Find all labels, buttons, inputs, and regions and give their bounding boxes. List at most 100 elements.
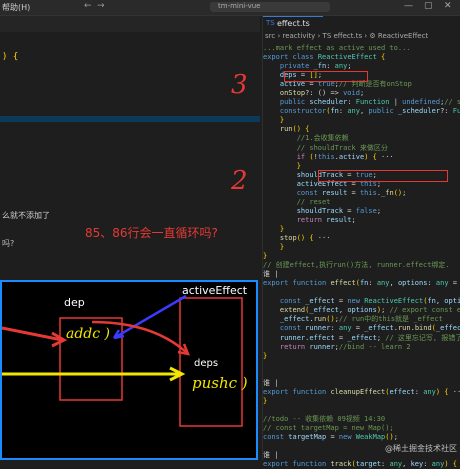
code-token: result [326, 216, 351, 224]
code-line: export function cleanupEffect(effect: an… [263, 388, 460, 397]
code-token: () [297, 234, 305, 242]
code-token: : [368, 279, 376, 287]
code-token: _effect [309, 306, 339, 314]
code-token: options [347, 306, 377, 314]
code-token: : [415, 388, 423, 396]
code-token: } [263, 252, 267, 260]
code-token: } [263, 397, 267, 405]
code-line [263, 361, 460, 370]
push-text: pushc ) [192, 374, 248, 392]
code-token: shouldTrack [297, 207, 343, 215]
code-token: : [326, 62, 334, 70]
code-token: _effect [280, 315, 310, 323]
code-token: ··· [449, 388, 460, 396]
code-token: public [280, 98, 310, 106]
code-line: const targetMap = new WeakMap(); [263, 433, 460, 442]
code-line: 谁 | [263, 379, 460, 388]
code-token: run [280, 125, 293, 133]
add-text: addc ) [66, 326, 110, 342]
code-token: = [347, 189, 360, 197]
code-token: _scheduler [398, 107, 440, 115]
code-token: = [335, 334, 348, 342]
code-token: ; [394, 433, 398, 441]
active-effect-label: activeEffect [182, 284, 248, 297]
breadcrumb[interactable]: src › reactivity › TS effect.ts › ⚙ Reac… [265, 32, 428, 40]
diagram-svg: dep activeEffect deps addc ) pushc ) [2, 282, 260, 462]
code-token [263, 144, 297, 152]
code-token: runner [305, 324, 330, 332]
code-token: : [330, 324, 338, 332]
code-token: fn [427, 297, 435, 305]
code-token: fn [330, 107, 338, 115]
code-token: Function [453, 107, 460, 115]
tab-effect-ts[interactable]: TS effect.ts [263, 16, 323, 31]
code-line: } [263, 116, 460, 125]
code-token: // const targetMap = new Map(); [263, 424, 394, 432]
code-token: // shouldTrack 来做区分 [297, 144, 388, 152]
annotation-box-deps [284, 71, 368, 82]
code-token: target [356, 460, 381, 468]
code-token: = [326, 433, 339, 441]
code-token [263, 171, 297, 179]
minimize-button[interactable]: — [404, 1, 413, 11]
code-line: const runner: any = _effect.run.bind(_ef… [263, 324, 460, 333]
code-token: cleanupEffect [330, 388, 385, 396]
line-highlight [0, 116, 260, 122]
code-token: : [427, 279, 435, 287]
menu-help[interactable]: 帮助(H) [2, 2, 30, 13]
code-area[interactable]: ...mark effect as active used to...expor… [263, 44, 460, 469]
left-comment-2: 吗? [2, 238, 14, 249]
code-token: options [444, 297, 460, 305]
code-line: stop() { ··· [263, 234, 460, 243]
code-token: void [343, 89, 360, 97]
back-arrow-icon[interactable]: ← [84, 1, 92, 11]
code-token: onStop [280, 89, 305, 97]
code-token: track [330, 460, 351, 468]
code-token [263, 324, 280, 332]
code-token: : [347, 98, 355, 106]
code-token: ··· [377, 153, 394, 161]
code-token: runner [280, 334, 305, 342]
code-token: key [411, 460, 424, 468]
code-token: bind [415, 324, 432, 332]
code-token: = [343, 207, 356, 215]
code-token: effect [309, 334, 334, 342]
code-token: ; [377, 207, 381, 215]
code-token [263, 207, 297, 215]
maximize-button[interactable]: ▢ [424, 1, 433, 11]
code-token: 谁 | [263, 379, 283, 387]
code-line: //todo -- 收集依赖 09视频 14:30 [263, 415, 460, 424]
code-token: constructor [280, 107, 326, 115]
code-token: _fn [314, 62, 327, 70]
code-token: class [293, 53, 318, 61]
code-token [263, 162, 297, 170]
code-token: export [263, 53, 293, 61]
code-line: private _fn: any; [263, 62, 460, 71]
code-line: extend(_effect, options); // export cons… [263, 306, 460, 315]
code-token: const [263, 433, 288, 441]
code-token: export [263, 460, 293, 468]
code-token: ReactiveEffect [318, 53, 381, 61]
code-token: ?: [440, 107, 453, 115]
code-line: } [263, 397, 460, 406]
forward-arrow-icon[interactable]: → [97, 1, 105, 11]
code-token: _effect [436, 324, 460, 332]
code-token: scheduler [309, 98, 347, 106]
code-token: any [432, 460, 445, 468]
code-token: false [356, 207, 377, 215]
code-line: // reset [263, 198, 460, 207]
code-token: this [360, 189, 377, 197]
code-token [263, 107, 280, 115]
code-line: run() { [263, 125, 460, 134]
code-token [263, 71, 280, 79]
code-token: extend [280, 306, 305, 314]
close-button[interactable]: ✕ [444, 1, 452, 11]
annotation-box-active-effect [318, 170, 448, 182]
code-token [263, 297, 280, 305]
code-token: : [381, 460, 389, 468]
code-token [263, 180, 297, 188]
code-token: : [423, 460, 431, 468]
code-token: targetMap [288, 433, 326, 441]
code-token: function [293, 460, 331, 468]
command-search[interactable]: tm-mini-vue [210, 2, 330, 12]
